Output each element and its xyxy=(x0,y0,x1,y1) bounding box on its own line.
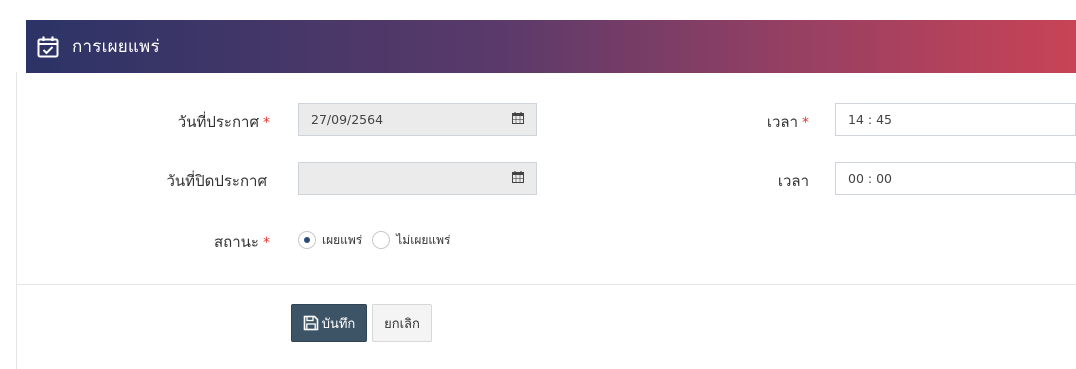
floppy-disk-icon xyxy=(303,315,319,331)
status-radio-group: เผยแพร่ ไม่เผยแพร่ xyxy=(298,230,460,250)
close-time-label: เวลา xyxy=(777,172,809,190)
status-option-label[interactable]: ไม่เผยแพร่ xyxy=(396,231,450,250)
card-border xyxy=(16,72,17,284)
publish-date-input[interactable]: 27/09/2564 xyxy=(298,103,537,136)
card-border xyxy=(16,284,17,369)
section-title: การเผยแพร่ xyxy=(72,37,160,57)
save-button[interactable]: บันทึก xyxy=(291,304,367,342)
save-button-label: บันทึก xyxy=(321,316,356,332)
cancel-button[interactable]: ยกเลิก xyxy=(372,304,432,342)
close-date-label: วันที่ปิดประกาศ xyxy=(166,172,268,190)
publish-time-input[interactable]: 14 : 45 xyxy=(835,103,1076,136)
status-option-label[interactable]: เผยแพร่ xyxy=(322,231,362,250)
status-radio-published[interactable] xyxy=(298,231,316,249)
calendar-check-icon xyxy=(36,35,60,59)
section-header: การเผยแพร่ xyxy=(26,20,1076,73)
status-radio-unpublished[interactable] xyxy=(372,231,391,249)
calendar-icon[interactable] xyxy=(512,112,524,124)
close-time-input[interactable]: 00 : 00 xyxy=(835,162,1076,195)
divider xyxy=(16,284,1076,285)
calendar-icon[interactable] xyxy=(512,171,524,183)
close-date-input[interactable] xyxy=(298,162,537,195)
status-label: สถานะ * xyxy=(214,233,270,251)
publish-time-label: เวลา * xyxy=(766,113,809,131)
cancel-button-label: ยกเลิก xyxy=(384,316,420,332)
publish-date-label: วันที่ประกาศ * xyxy=(177,113,270,131)
